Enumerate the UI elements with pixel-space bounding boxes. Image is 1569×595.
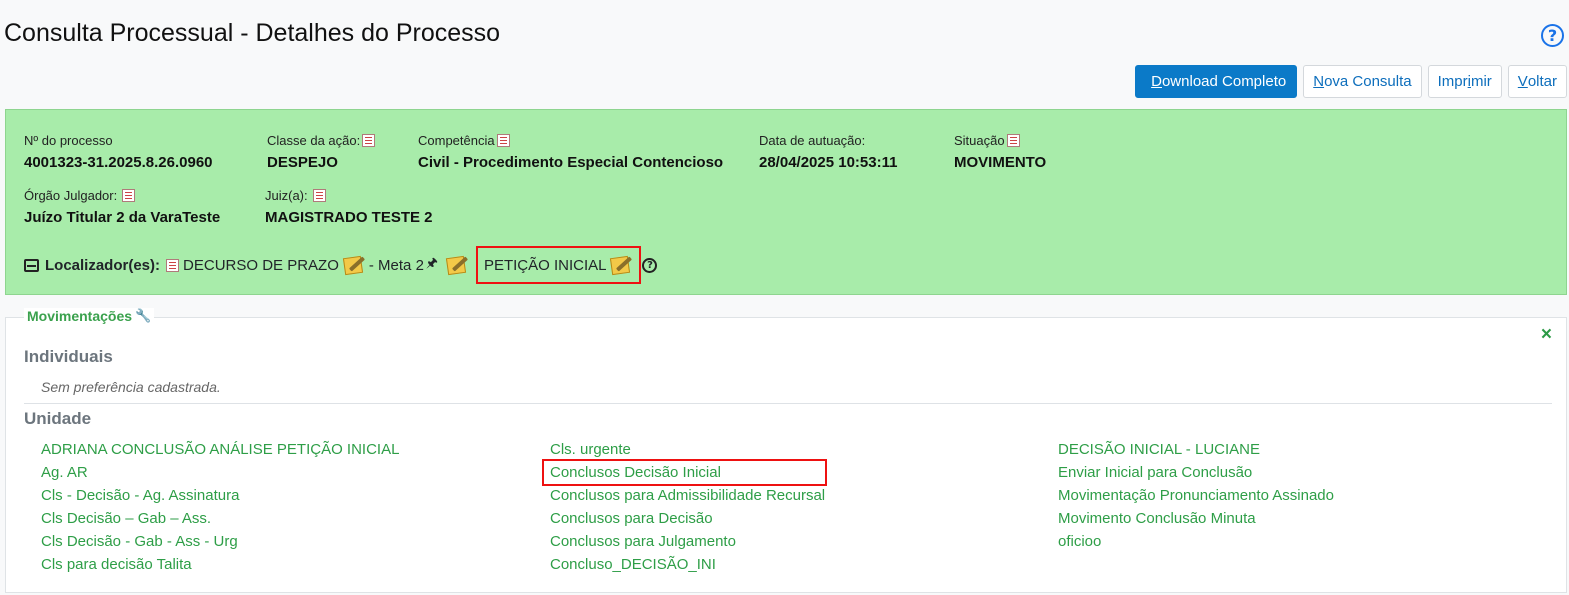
localizador-peticao: PETIÇÃO INICIAL [483, 256, 607, 274]
imprimir-button[interactable]: Impr i mir [1427, 65, 1502, 98]
orgao-label: Órgão Julgador: [24, 188, 118, 203]
movimento-link[interactable]: Cls para decisão Talita [41, 553, 399, 576]
movimento-link[interactable]: Movimentação Pronunciamento Assinado [1058, 484, 1334, 507]
field-situacao: Situação MOVIMENTO [954, 133, 1046, 171]
unidade-title: Unidade [24, 409, 92, 428]
movimento-link[interactable]: Conclusos para Decisão [550, 507, 825, 530]
field-competencia: Competência Civil - Procedimento Especia… [418, 133, 723, 171]
help-icon[interactable]: ? [642, 257, 658, 273]
movimento-link[interactable]: Cls. urgente [550, 438, 825, 461]
classe-value: DESPEJO [267, 154, 338, 171]
movimento-link[interactable]: Ag. AR [41, 461, 399, 484]
situacao-value: MOVIMENTO [954, 154, 1047, 171]
field-classe: Classe da ação: DESPEJO [267, 133, 376, 171]
movimentacoes-legend: Movimentações 🔧 [24, 308, 155, 324]
edit-note-icon[interactable] [609, 253, 633, 277]
movimentacoes-panel: Movimentações 🔧 × Individuais Sem prefer… [5, 308, 1567, 593]
movimentacoes-title: Movimentações [27, 308, 133, 324]
movimento-link[interactable]: ADRIANA CONCLUSÃO ANÁLISE PETIÇÃO INICIA… [41, 438, 399, 461]
localizador-label: Localizador(es): [45, 256, 161, 274]
unidade-column-1: ADRIANA CONCLUSÃO ANÁLISE PETIÇÃO INICIA… [41, 438, 399, 576]
movimento-link[interactable]: DECISÃO INICIAL - LUCIANE [1058, 438, 1334, 461]
juiz-label: Juiz(a): [265, 188, 308, 203]
help-icon[interactable]: ? [1541, 24, 1564, 47]
movimento-link[interactable]: Cls Decisão - Gab - Ass - Urg [41, 530, 399, 553]
movimento-link[interactable]: Conclusos para Admissibilidade Recursal [550, 484, 825, 507]
numero-value: 4001323-31.2025.8.26.0960 [24, 154, 213, 171]
data-value: 28/04/2025 10:53:11 [759, 154, 898, 171]
localizador-meta2: - Meta 2 [368, 256, 424, 274]
list-icon[interactable] [166, 258, 180, 272]
individuais-title: Individuais [24, 347, 113, 366]
movimento-link[interactable]: Conclusos para Julgamento [550, 530, 825, 553]
field-juiz: Juiz(a): MAGISTRADO TESTE 2 [265, 188, 433, 226]
pin-icon[interactable]: 🖈 [426, 254, 438, 276]
unidade-column-3: DECISÃO INICIAL - LUCIANE Enviar Inicial… [1058, 438, 1334, 553]
field-data-autuacao: Data de autuação: 28/04/2025 10:53:11 [759, 133, 897, 171]
data-label: Data de autuação: [759, 133, 866, 148]
localizadores-row: Localizador(es): DECURSO DE PRAZO - Meta… [24, 246, 658, 284]
individuais-empty-text: Sem preferência cadastrada. [41, 379, 221, 395]
download-completo-button[interactable]: Download Completo [1135, 65, 1298, 98]
numero-label: Nº do processo [24, 133, 113, 148]
inbox-icon [24, 258, 39, 272]
movimento-link[interactable]: Cls - Decisão - Ag. Assinatura [41, 484, 399, 507]
movimento-link[interactable]: Cls Decisão – Gab – Ass. [41, 507, 399, 530]
wrench-icon[interactable]: 🔧 [135, 308, 151, 324]
movimento-link[interactable]: Movimento Conclusão Minuta [1058, 507, 1334, 530]
competencia-label: Competência [418, 133, 495, 148]
movimento-link[interactable]: Concluso_DECISÃO_INI [550, 553, 825, 576]
movimento-link[interactable]: Enviar Inicial para Conclusão [1058, 461, 1334, 484]
localizador-decurso: DECURSO DE PRAZO [183, 256, 339, 274]
voltar-button[interactable]: Voltar [1507, 65, 1567, 98]
field-numero: Nº do processo 4001323-31.2025.8.26.0960 [24, 133, 213, 171]
list-icon[interactable] [496, 134, 510, 147]
list-icon[interactable] [122, 189, 136, 202]
juiz-value: MAGISTRADO TESTE 2 [265, 209, 433, 226]
nova-consulta-button[interactable]: Nova Consulta [1303, 65, 1422, 98]
field-orgao: Órgão Julgador: Juízo Titular 2 da VaraT… [24, 188, 220, 226]
process-details-panel: Nº do processo 4001323-31.2025.8.26.0960… [5, 109, 1567, 295]
list-icon[interactable] [312, 189, 326, 202]
unidade-column-2: Cls. urgente Conclusos Decisão Inicial C… [541, 438, 828, 576]
movimento-link-highlighted[interactable]: Conclusos Decisão Inicial [541, 459, 828, 486]
localizador-peticao-highlight: PETIÇÃO INICIAL [475, 246, 642, 284]
orgao-value: Juízo Titular 2 da VaraTeste [24, 209, 221, 226]
page-title: Consulta Processual - Detalhes do Proces… [4, 19, 501, 47]
list-icon[interactable] [1006, 134, 1020, 147]
list-icon[interactable] [362, 134, 376, 147]
situacao-label: Situação [954, 133, 1005, 148]
edit-note-icon[interactable] [342, 253, 366, 277]
divider [24, 403, 1552, 404]
classe-label: Classe da ação: [267, 133, 361, 148]
toolbar: Download Completo Nova Consulta Impr i mir… [1135, 65, 1567, 98]
movimento-link[interactable]: oficioo [1058, 530, 1334, 553]
competencia-value: Civil - Procedimento Especial Contencios… [418, 154, 724, 171]
edit-note-icon[interactable] [445, 253, 469, 277]
close-icon[interactable]: × [1541, 324, 1552, 346]
